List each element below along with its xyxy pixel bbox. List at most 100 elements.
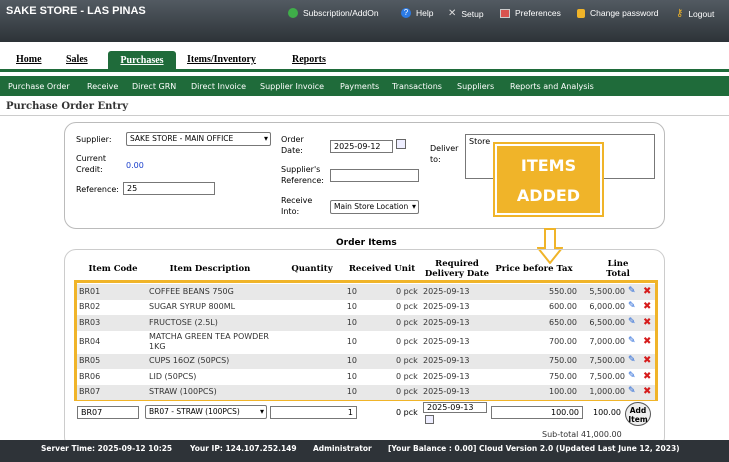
edit-icon[interactable]: ✎ [628, 317, 636, 327]
add-item-button[interactable]: Add Item [625, 402, 651, 426]
item-quantity: 10 [346, 337, 357, 346]
item-received-unit: 0 pck [396, 387, 418, 397]
credit-label: Current Credit: [76, 154, 107, 174]
new-item-code-input[interactable]: BR07 [77, 406, 139, 419]
submenu-direct-grn[interactable]: Direct GRN [132, 82, 176, 91]
globe-icon [288, 8, 298, 18]
delete-icon[interactable]: ✖ [643, 286, 651, 297]
item-delivery-date: 2025-09-13 [423, 387, 470, 397]
edit-icon[interactable]: ✎ [628, 286, 636, 296]
item-line-total: 1,000.00 [589, 387, 625, 397]
item-quantity: 10 [346, 286, 357, 296]
logout-link[interactable]: ⚷ Logout [676, 8, 714, 19]
tools-icon: ✕ [448, 8, 457, 19]
submenu-direct-invoice[interactable]: Direct Invoice [191, 82, 246, 91]
item-description: STRAW (100PCS) [149, 387, 217, 397]
change-password-link[interactable]: Change password [577, 8, 659, 18]
top-bar: SAKE STORE - LAS PINAS Subscription/AddO… [0, 0, 729, 42]
chevron-down-icon: ▾ [263, 134, 268, 143]
menu-reports[interactable]: Reports [292, 54, 326, 65]
item-quantity: 10 [346, 371, 357, 381]
item-price: 700.00 [549, 337, 577, 346]
setup-link[interactable]: ✕ Setup [448, 8, 484, 19]
new-item-quantity-input[interactable]: 1 [270, 406, 357, 419]
subtotal: Sub-total 41,000.00 [542, 430, 622, 439]
page-title: Purchase Order Entry [6, 101, 129, 112]
subscription-link[interactable]: Subscription/AddOn [288, 8, 379, 18]
delete-icon[interactable]: ✖ [643, 386, 651, 397]
help-icon: ? [401, 8, 411, 18]
supplier-select[interactable]: SAKE STORE - MAIN OFFICE ▾ [126, 132, 271, 146]
menu-home[interactable]: Home [16, 54, 42, 65]
menu-items-inventory[interactable]: Items/Inventory [187, 54, 256, 65]
setup-label: Setup [461, 8, 484, 19]
calendar-icon[interactable] [396, 139, 406, 149]
item-description: LID (50PCS) [149, 371, 197, 381]
receive-into-select[interactable]: Main Store Location ▾ [330, 200, 419, 214]
order-date-input[interactable]: 2025-09-12 [330, 140, 393, 153]
item-quantity: 10 [346, 317, 357, 327]
col-delivery-date: Required Delivery Date [424, 259, 490, 279]
table-row: BR05 CUPS 16OZ (50PCS) 10 0 pck 2025-09-13 75… [77, 353, 655, 369]
new-item-date-input[interactable]: 2025-09-13 [423, 402, 487, 413]
item-line-total: 5,500.00 [589, 286, 625, 296]
server-time: Server Time: 2025-09-12 10:25 [41, 444, 173, 453]
item-received-unit: 0 pck [396, 337, 418, 346]
edit-icon[interactable]: ✎ [628, 301, 636, 311]
col-received-unit: Received Unit [348, 264, 416, 274]
chevron-down-icon: ▾ [411, 202, 416, 211]
item-delivery-date: 2025-09-13 [423, 356, 470, 366]
sub-menu: Purchase Order Receive Direct GRN Direct… [0, 76, 729, 96]
logout-label: Logout [688, 8, 715, 19]
reference-input[interactable]: 25 [123, 182, 215, 195]
item-delivery-date: 2025-09-13 [423, 317, 470, 327]
delete-icon[interactable]: ✖ [643, 336, 651, 347]
edit-icon[interactable]: ✎ [628, 386, 636, 396]
col-line-total: Line Total [606, 259, 630, 279]
chevron-down-icon: ▾ [259, 407, 264, 416]
new-item-select[interactable]: BR07 - STRAW (100PCS) ▾ [145, 405, 267, 419]
submenu-receive[interactable]: Receive [87, 82, 118, 91]
item-received-unit: 0 pck [396, 302, 418, 312]
col-item-description: Item Description [169, 264, 251, 274]
order-items-title: Order Items [336, 238, 397, 248]
item-code: BR04 [79, 337, 101, 346]
submenu-suppliers[interactable]: Suppliers [457, 82, 494, 91]
delete-icon[interactable]: ✖ [643, 301, 651, 312]
table-row: BR04 MATCHA GREEN TEA POWDER 1KG 10 0 pck 20… [77, 331, 655, 354]
edit-icon[interactable]: ✎ [628, 355, 636, 365]
order-date-label: Order Date: [281, 135, 304, 155]
preferences-label: Preferences [515, 8, 561, 18]
table-row: BR01 COFFEE BEANS 750G 10 0 pck 2025-09-13 55… [77, 284, 655, 300]
preferences-link[interactable]: Preferences [500, 8, 561, 18]
menu-purchases[interactable]: Purchases [108, 51, 176, 71]
calendar-icon[interactable] [425, 415, 434, 424]
client-ip: Your IP: 124.107.252.149 [190, 444, 297, 453]
submenu-transactions[interactable]: Transactions [392, 82, 442, 91]
table-row: BR07 STRAW (100PCS) 10 0 pck 2025-09-13 100.0… [77, 384, 655, 400]
submenu-payments[interactable]: Payments [340, 82, 379, 91]
delete-icon[interactable]: ✖ [643, 317, 651, 328]
supplier-reference-input[interactable] [330, 169, 419, 182]
item-quantity: 10 [346, 356, 357, 366]
status-bar: Server Time: 2025-09-12 10:25 Your IP: 1… [0, 440, 729, 462]
help-link[interactable]: ? Help [401, 8, 433, 18]
delete-icon[interactable]: ✖ [643, 371, 651, 382]
menu-sales[interactable]: Sales [66, 54, 88, 65]
user-name: Administrator [313, 444, 372, 453]
change-password-label: Change password [590, 8, 659, 18]
submenu-purchase-order[interactable]: Purchase Order [8, 82, 70, 91]
delete-icon[interactable]: ✖ [643, 355, 651, 366]
submenu-supplier-invoice[interactable]: Supplier Invoice [260, 82, 324, 91]
receive-into-value: Main Store Location [334, 202, 409, 211]
item-delivery-date: 2025-09-13 [423, 302, 470, 312]
submenu-reports-analysis[interactable]: Reports and Analysis [510, 82, 594, 91]
new-item-price-input[interactable]: 100.00 [491, 406, 583, 419]
edit-icon[interactable]: ✎ [628, 336, 636, 346]
deliver-to-label: Deliver to: [430, 144, 459, 164]
supplier-value: SAKE STORE - MAIN OFFICE [130, 134, 234, 143]
edit-icon[interactable]: ✎ [628, 371, 636, 381]
version-info: [Your Balance : 0.00] Cloud Version 2.0 … [388, 444, 680, 453]
item-description: COFFEE BEANS 750G [149, 286, 234, 296]
table-row: BR06 LID (50PCS) 10 0 pck 2025-09-13 750.00 7,… [77, 369, 655, 385]
